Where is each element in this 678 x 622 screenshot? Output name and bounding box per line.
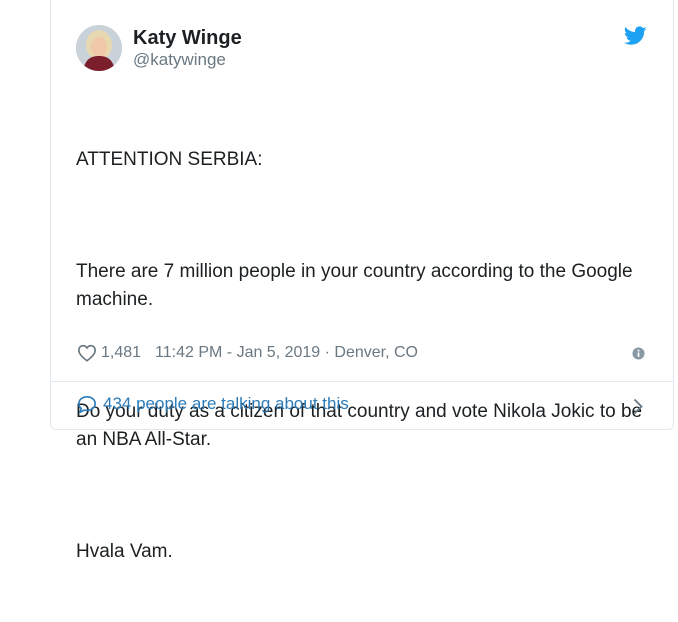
tweet-timestamp-location[interactable]: 11:42 PM - Jan 5, 2019 · Denver, CO [155,344,418,362]
tweet-card: Katy Winge @katywinge ATTENTION SERBIA: … [50,0,674,562]
tweet-paragraph: Hvala Vam. [76,541,173,562]
like-count[interactable]: 1,481 [101,344,141,362]
tweet-paragraph: ATTENTION SERBIA: [76,149,263,170]
avatar[interactable] [76,25,122,71]
tweet-paragraph: There are 7 million people in your count… [76,261,638,310]
conversation-link[interactable]: 434 people are talking about this [77,394,349,414]
info-icon[interactable] [632,347,645,360]
author-names: Katy Winge @katywinge [133,26,242,70]
divider [51,381,673,382]
chevron-right-icon[interactable] [633,398,643,415]
heart-icon[interactable] [77,344,97,362]
conversation-label: 434 people are talking about this [103,394,349,413]
author-display-name[interactable]: Katy Winge [133,26,242,50]
author-handle[interactable]: @katywinge [133,50,242,70]
avatar-image [76,25,122,71]
tweet-header: Katy Winge @katywinge [76,25,242,71]
speech-bubble-icon [78,395,96,414]
twitter-bird-icon[interactable] [624,26,647,46]
tweet-meta: 1,481 11:42 PM - Jan 5, 2019 · Denver, C… [77,344,418,362]
